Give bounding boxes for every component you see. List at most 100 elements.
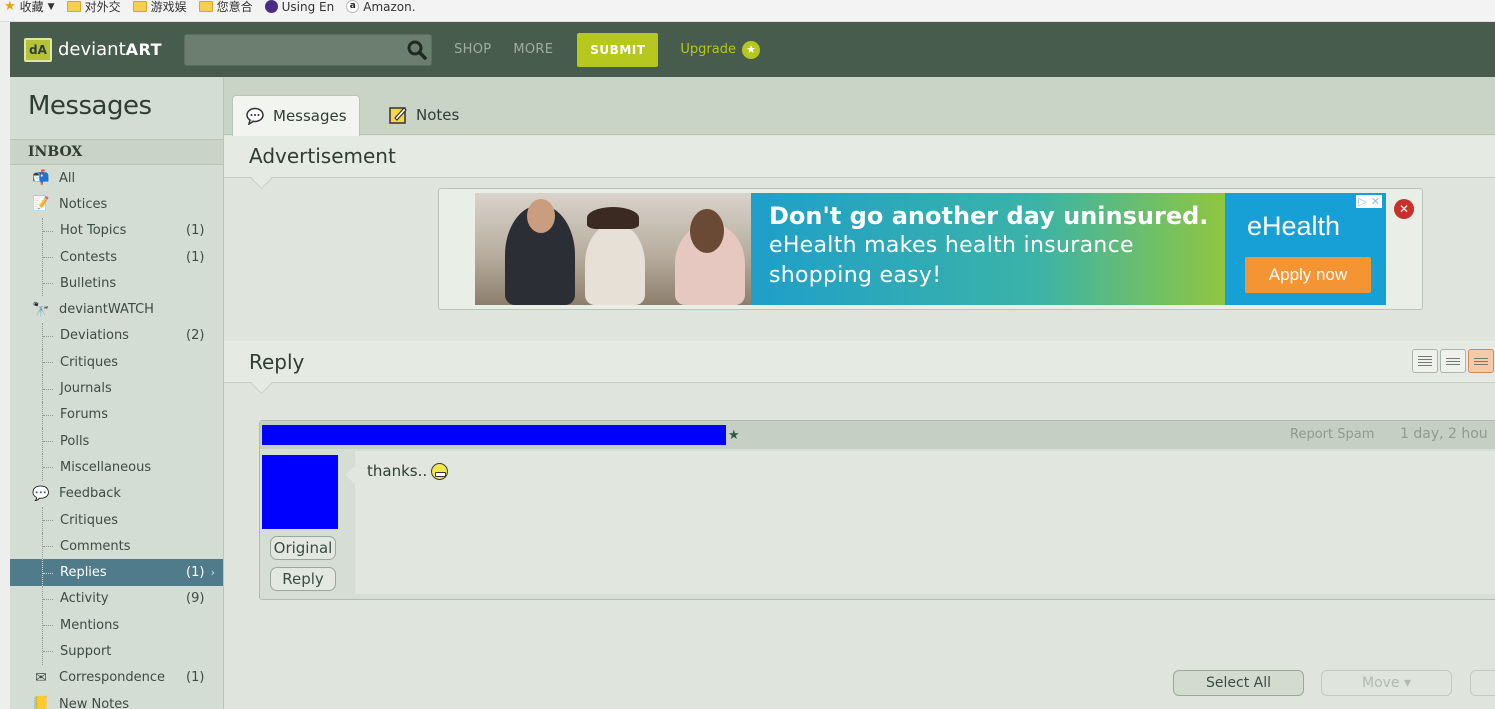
- ad-brand: eHealth: [1247, 211, 1341, 241]
- sidebar-item-label: Replies: [60, 565, 107, 581]
- redacted-author: [262, 425, 726, 445]
- sidebar-item-notices[interactable]: 📝 Notices: [10, 191, 223, 217]
- sidebar-item-support[interactable]: Support: [10, 638, 223, 665]
- note-icon: 📒: [32, 696, 50, 709]
- sidebar-item-label: Bulletins: [60, 275, 117, 291]
- favorite-folder-3[interactable]: 您意合: [198, 0, 253, 15]
- sidebar-item-label: Forums: [60, 407, 108, 423]
- sidebar-item-deviations[interactable]: Deviations (2): [10, 322, 223, 350]
- speech-bubble-icon: [246, 107, 264, 125]
- sidebar-item-correspondence[interactable]: ✉ Correspondence (1): [10, 665, 223, 691]
- submit-button[interactable]: SUBMIT: [577, 32, 659, 67]
- reply-header: Reply: [224, 341, 1495, 383]
- search-input[interactable]: [184, 33, 433, 66]
- sidebar-item-miscellaneous[interactable]: Miscellaneous: [10, 454, 223, 481]
- chevron-down-icon: ▼: [47, 1, 55, 12]
- ad-brand-panel: ▷ ✕ eHealth Apply now: [1225, 193, 1386, 305]
- sidebar-item-comments[interactable]: Comments: [10, 533, 223, 560]
- deviantart-logo[interactable]: dA deviantART: [24, 37, 162, 62]
- sidebar-item-label: Deviations: [60, 328, 129, 344]
- close-ad-icon[interactable]: ✕: [1394, 199, 1414, 219]
- tree-connector: [42, 612, 56, 639]
- favorite-label: 您意合: [216, 0, 253, 14]
- tab-messages-label: Messages: [273, 107, 347, 125]
- reply-button[interactable]: Reply: [270, 567, 336, 591]
- shop-link[interactable]: SHOP: [454, 42, 491, 57]
- sidebar-item-mentions[interactable]: Mentions: [10, 612, 223, 639]
- view-toggle-group: [1412, 349, 1494, 373]
- avatar[interactable]: [262, 455, 338, 529]
- ad-subline-2: shopping easy!: [769, 263, 942, 288]
- speech-bubble-icon: 💬: [32, 485, 50, 502]
- sidebar-item-bulletins[interactable]: Bulletins: [10, 270, 223, 297]
- sidebar-item-all[interactable]: 📬 All: [10, 165, 223, 191]
- sidebar: Messages INBOX 📬 All 📝 Notices Hot Topics (1)…: [10, 77, 224, 709]
- detail-view-icon[interactable]: [1468, 349, 1494, 373]
- star-icon[interactable]: ★: [728, 428, 740, 443]
- logo-prefix: deviant: [58, 39, 126, 60]
- upgrade-link[interactable]: Upgrade ★: [680, 40, 760, 59]
- favorite-link-using[interactable]: Using En: [264, 0, 334, 14]
- grin-emoticon-icon: [431, 462, 449, 480]
- sidebar-item-critiques[interactable]: Critiques: [10, 506, 223, 534]
- ad-person-1-head: [527, 199, 555, 233]
- favorites-star-item[interactable]: ★ 收藏 ▼: [4, 0, 55, 15]
- sidebar-item-hot-topics[interactable]: Hot Topics (1): [10, 217, 223, 244]
- ad-headline: Don't go another day uninsured.: [769, 202, 1209, 230]
- sidebar-item-count: (1): [186, 670, 205, 686]
- sidebar-item-critiques[interactable]: Critiques: [10, 349, 223, 376]
- original-button[interactable]: Original: [270, 536, 336, 560]
- compact-view-icon[interactable]: [1440, 349, 1466, 373]
- tree-connector: [42, 322, 56, 350]
- favorite-folder-1[interactable]: 对外交: [66, 0, 121, 15]
- favorite-folder-2[interactable]: 游戏娱: [132, 0, 187, 15]
- tab-messages[interactable]: Messages: [232, 95, 360, 136]
- favorites-bar: ★ 收藏 ▼ 对外交 游戏娱 您意合 Using En a Amazon.: [0, 0, 1495, 22]
- top-nav: dA deviantART SHOP MORE SUBMIT Upgrade ★: [10, 22, 1495, 77]
- sidebar-item-journals[interactable]: Journals: [10, 375, 223, 402]
- sidebar-item-replies[interactable]: Replies (1): [10, 559, 223, 586]
- sidebar-item-polls[interactable]: Polls: [10, 427, 223, 455]
- ad-apply-button[interactable]: Apply now: [1245, 257, 1371, 293]
- sidebar-item-activity[interactable]: Activity (9): [10, 585, 223, 613]
- envelope-icon: ✉: [35, 669, 47, 686]
- sidebar-item-count: (1): [186, 223, 205, 239]
- sidebar-item-label: Miscellaneous: [60, 459, 152, 475]
- tree-connector: [42, 375, 56, 402]
- favorite-link-amazon[interactable]: a Amazon.: [346, 0, 416, 14]
- sidebar-item-count: (9): [186, 591, 205, 607]
- sidebar-item-label: Polls: [60, 433, 90, 449]
- ad-photo: [475, 193, 751, 305]
- sidebar-item-label: deviantWATCH: [59, 302, 154, 318]
- list-view-icon[interactable]: [1412, 349, 1438, 373]
- tab-notes[interactable]: Notes: [376, 95, 471, 135]
- search-icon[interactable]: [406, 39, 428, 61]
- sidebar-item-label: Hot Topics: [60, 223, 127, 239]
- favorite-label: 对外交: [84, 0, 121, 14]
- sidebar-item-deviantwatch[interactable]: 🔭 deviantWATCH: [10, 296, 223, 322]
- sidebar-item-forums[interactable]: Forums: [10, 401, 223, 428]
- more-actions-button[interactable]: [1470, 670, 1495, 696]
- sidebar-title: Messages: [28, 91, 152, 121]
- more-link[interactable]: MORE: [513, 42, 553, 57]
- sidebar-item-feedback[interactable]: 💬 Feedback: [10, 481, 223, 507]
- adchoices-icon[interactable]: ▷ ✕: [1356, 195, 1382, 208]
- sidebar-item-count: (1): [186, 565, 205, 581]
- globe-icon: [264, 0, 278, 13]
- report-spam-link[interactable]: Report Spam: [1290, 427, 1374, 442]
- ad-banner[interactable]: Don't go another day uninsured. eHealth …: [475, 193, 1386, 305]
- tree-connector: [42, 559, 56, 586]
- sidebar-item-contests[interactable]: Contests (1): [10, 243, 223, 271]
- move-button[interactable]: Move ▾: [1321, 670, 1452, 696]
- favorite-label: Amazon.: [363, 0, 416, 14]
- tab-notes-label: Notes: [416, 106, 460, 124]
- select-all-button[interactable]: Select All: [1173, 670, 1304, 696]
- tree-connector: [42, 349, 56, 376]
- sidebar-item-new-notes[interactable]: 📒 New Notes: [10, 691, 223, 709]
- sidebar-item-label: New Notes: [59, 696, 130, 709]
- inbox-header: INBOX: [10, 139, 223, 165]
- message-text: thanks..: [367, 462, 428, 480]
- tree-connector: [42, 585, 56, 613]
- ad-copy: Don't go another day uninsured. eHealth …: [751, 193, 1225, 305]
- tree-connector: [42, 533, 56, 560]
